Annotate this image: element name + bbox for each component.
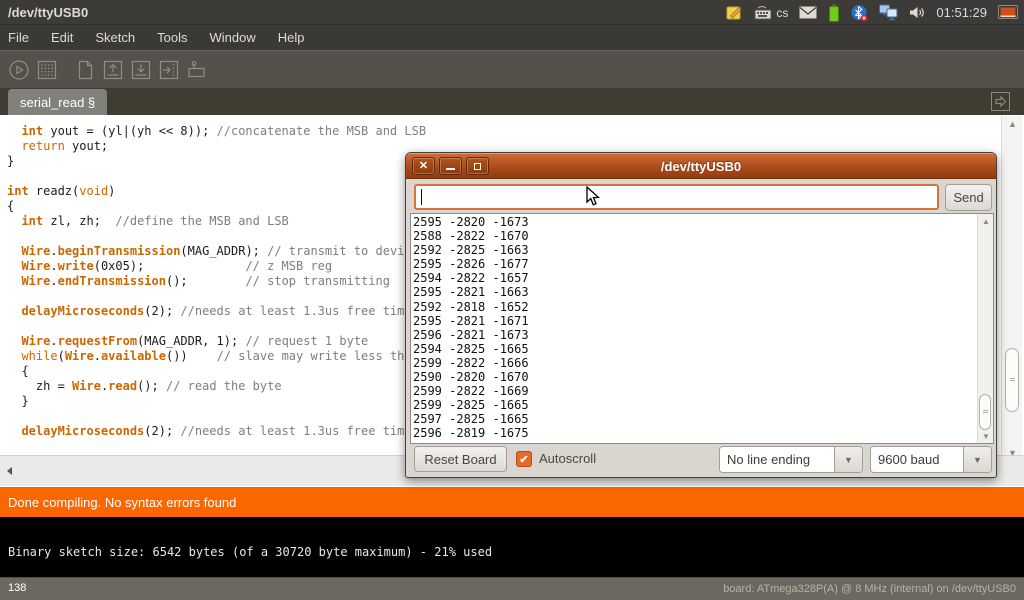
serial-scrollbar-thumb[interactable] [979,394,991,430]
serial-monitor-window: /dev/ttyUSB0 ✕ Send 2595 -2820 -1673 258… [405,152,997,478]
baud-rate-value: 9600 baud [871,447,963,472]
clock[interactable]: 01:51:29 [936,5,987,20]
chevron-down-icon[interactable]: ▼ [834,447,862,472]
mouse-cursor-icon [586,186,602,213]
build-console: Binary sketch size: 6542 bytes (of a 307… [0,517,1024,577]
board-info: board: ATmega328P(A) @ 8 MHz (internal) … [723,583,1016,595]
mail-icon[interactable] [799,6,817,19]
line-ending-value: No line ending [720,447,834,472]
bluetooth-icon[interactable] [851,4,868,22]
maximize-icon[interactable] [466,157,489,175]
tab-serial-read[interactable]: serial_read § [8,89,107,115]
autoscroll-checkbox[interactable]: ✔ [516,451,532,467]
status-bar: Done compiling. No syntax errors found [0,487,1024,517]
system-tray: cs 01:51:29 [726,0,1018,25]
menu-help[interactable]: Help [278,30,305,45]
checkmark-icon: ✔ [519,453,528,466]
arrow-right-icon [994,95,1007,108]
desktop: /dev/ttyUSB0 cs 01:51:29 File Edit Sketc… [0,0,1024,600]
cursor-line-number: 138 [8,582,26,594]
display-icon[interactable] [998,5,1018,21]
serial-monitor-controls: Reset Board ✔ Autoscroll No line ending … [406,445,996,475]
tab-menu-button[interactable] [991,92,1010,111]
baud-rate-dropdown[interactable]: 9600 baud ▼ [870,446,992,473]
keyboard-layout-indicator[interactable]: cs [754,6,788,20]
toolbar [0,50,1024,88]
text-caret [421,189,422,205]
menu-edit[interactable]: Edit [51,30,73,45]
serial-output-scrollbar[interactable]: ▲ ▼ [977,214,993,443]
console-message: Binary sketch size: 6542 bytes (of a 307… [8,545,492,559]
open-sketch-button[interactable] [102,59,124,81]
line-ending-dropdown[interactable]: No line ending ▼ [719,446,863,473]
new-sketch-button[interactable] [74,59,96,81]
footer-status-line: 138 board: ATmega328P(A) @ 8 MHz (intern… [0,577,1024,600]
menu-file[interactable]: File [8,30,29,45]
reset-board-label: Reset Board [424,452,496,467]
chevron-down-icon[interactable]: ▼ [963,447,991,472]
stop-button[interactable] [36,59,58,81]
serial-window-titlebar[interactable]: /dev/ttyUSB0 ✕ [406,153,996,179]
serial-send-input[interactable] [414,184,939,210]
reset-board-button[interactable]: Reset Board [414,446,507,472]
window-controls: ✕ [412,157,489,175]
code-line: int yout = (yl|(yh << 8)); //concatenate… [7,124,1024,139]
keyboard-icon [754,6,772,20]
verify-button[interactable] [8,59,30,81]
scroll-up-icon[interactable]: ▲ [1002,119,1023,129]
scroll-down-icon[interactable]: ▼ [978,432,994,441]
autoscroll-label: Autoscroll [539,451,596,466]
send-button[interactable]: Send [945,184,992,211]
menu-sketch[interactable]: Sketch [95,30,135,45]
send-button-label: Send [953,190,983,205]
menubar: File Edit Sketch Tools Window Help [0,25,1024,50]
serial-window-title: /dev/ttyUSB0 [406,159,996,174]
tab-strip: serial_read § [0,88,1024,115]
upload-button[interactable] [158,59,180,81]
serial-output: 2595 -2820 -1673 2588 -2822 -1670 2592 -… [413,215,976,442]
close-icon[interactable]: ✕ [412,157,435,175]
note-icon[interactable] [726,4,743,21]
active-window-title: /dev/ttyUSB0 [8,5,88,20]
tab-label: serial_read § [20,95,95,110]
editor-vertical-scrollbar[interactable]: ▲ ▼ [1001,116,1022,486]
volume-icon[interactable] [909,5,925,20]
top-panel: /dev/ttyUSB0 cs 01:51:29 [0,0,1024,25]
menu-tools[interactable]: Tools [157,30,187,45]
scroll-up-icon[interactable]: ▲ [978,217,994,226]
scroll-left-icon[interactable] [7,467,12,475]
save-sketch-button[interactable] [130,59,152,81]
keyboard-layout-label: cs [776,6,788,20]
serial-output-area[interactable]: 2595 -2820 -1673 2588 -2822 -1670 2592 -… [410,213,994,444]
menu-window[interactable]: Window [209,30,255,45]
battery-icon[interactable] [828,4,840,22]
serial-monitor-button[interactable] [186,59,208,81]
status-message: Done compiling. No syntax errors found [8,495,236,510]
network-icon[interactable] [879,4,898,21]
minimize-icon[interactable] [439,157,462,175]
editor-scrollbar-thumb[interactable] [1005,348,1019,412]
